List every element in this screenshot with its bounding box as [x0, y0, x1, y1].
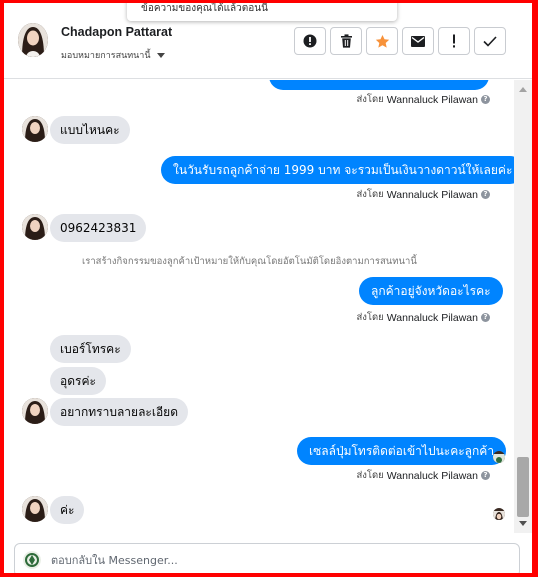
message-bubble-outgoing: ในวันรับรถลูกค้าจ่าย 1999 บาท จะรวมเป็นเ… — [161, 156, 514, 184]
sent-by-label: ส่งโดย Wannaluck Pilawan ? — [356, 92, 490, 107]
sent-by-label: ส่งโดย Wannaluck Pilawan ? — [356, 310, 490, 325]
reply-input[interactable] — [51, 544, 511, 573]
check-button[interactable] — [474, 27, 506, 55]
message-bubble-outgoing: เซลล์ปุ่มโทรติดต่อเข้าไปนะคะลูกค้า — [297, 437, 507, 465]
trash-icon — [340, 34, 352, 48]
contact-avatar — [22, 214, 48, 240]
sent-by-label: ส่งโดย Wannaluck Pilawan ? — [356, 468, 490, 483]
agent-name: Wannaluck Pilawan — [386, 188, 478, 201]
check-icon — [483, 35, 497, 47]
agent-name: Wannaluck Pilawan — [386, 311, 478, 324]
message-bubble-incoming: อุดรค่ะ — [50, 367, 106, 395]
help-icon[interactable]: ? — [481, 313, 490, 322]
alert-circle-icon — [303, 34, 317, 48]
help-icon[interactable]: ? — [481, 471, 490, 480]
help-icon[interactable]: ? — [481, 190, 490, 199]
message-bubble-outgoing-cutoff — [269, 80, 489, 90]
scroll-up-arrow-icon[interactable] — [519, 87, 527, 92]
sent-by-label: ส่งโดย Wannaluck Pilawan ? — [356, 187, 490, 202]
star-icon — [375, 34, 389, 48]
sent-by-text: ส่งโดย — [356, 470, 384, 481]
seen-avatar — [493, 451, 505, 463]
help-icon[interactable]: ? — [481, 95, 490, 104]
conversation-header: Chadapon Pattarat มอบหมายการสนทนานี้ ข้อ… — [4, 3, 532, 79]
caret-down-icon — [156, 52, 165, 58]
agent-name: Wannaluck Pilawan — [386, 469, 478, 482]
contact-avatar — [22, 116, 48, 142]
contact-avatar — [22, 398, 48, 424]
assign-label: มอบหมายการสนทนานี้ — [61, 51, 151, 61]
system-note: เราสร้างกิจกรรมของลูกค้าเป้าหมายให้กับคุ… — [82, 256, 417, 267]
sent-by-text: ส่งโดย — [356, 94, 384, 105]
scrollbar-thumb[interactable] — [517, 457, 529, 517]
assign-conversation-dropdown[interactable]: มอบหมายการสนทนานี้ — [61, 48, 165, 62]
message-bubble-incoming: อยากทราบลายละเอียด — [50, 398, 189, 426]
seen-avatar — [493, 508, 505, 520]
tooltip: ข้อความของคุณได้แล้วตอนนี้ — [127, 3, 397, 21]
star-button[interactable] — [366, 27, 398, 55]
agent-name: Wannaluck Pilawan — [386, 93, 478, 106]
message-bubble-outgoing: ลูกค้าอยู่จังหวัดอะไรคะ — [359, 277, 503, 305]
exclamation-icon — [453, 34, 455, 48]
contact-avatar[interactable] — [18, 23, 48, 57]
alert-circle-button[interactable] — [294, 27, 326, 55]
sent-by-text: ส่งโดย — [356, 312, 384, 323]
message-bubble-incoming: แบบไหนคะ — [50, 116, 130, 144]
envelope-button[interactable] — [402, 27, 434, 55]
message-thread: ส่งโดย Wannaluck Pilawan ? แบบไหนคะ ในวั… — [4, 80, 514, 533]
envelope-icon — [411, 35, 425, 47]
message-bubble-incoming: เบอร์โทรคะ — [50, 335, 131, 363]
page-avatar-icon — [23, 551, 41, 569]
sent-by-text: ส่งโดย — [356, 189, 384, 200]
message-bubble-incoming: ค่ะ — [50, 496, 85, 524]
exclamation-button[interactable] — [438, 27, 470, 55]
message-bubble-incoming: 0962423831 — [50, 214, 147, 242]
inbox-conversation-panel: Chadapon Pattarat มอบหมายการสนทนานี้ ข้อ… — [4, 3, 532, 573]
contact-name[interactable]: Chadapon Pattarat — [61, 25, 172, 39]
scrollbar[interactable] — [514, 80, 532, 533]
reply-composer — [14, 543, 520, 573]
trash-button[interactable] — [330, 27, 362, 55]
contact-avatar — [22, 496, 48, 522]
scroll-down-arrow-icon[interactable] — [519, 521, 527, 526]
